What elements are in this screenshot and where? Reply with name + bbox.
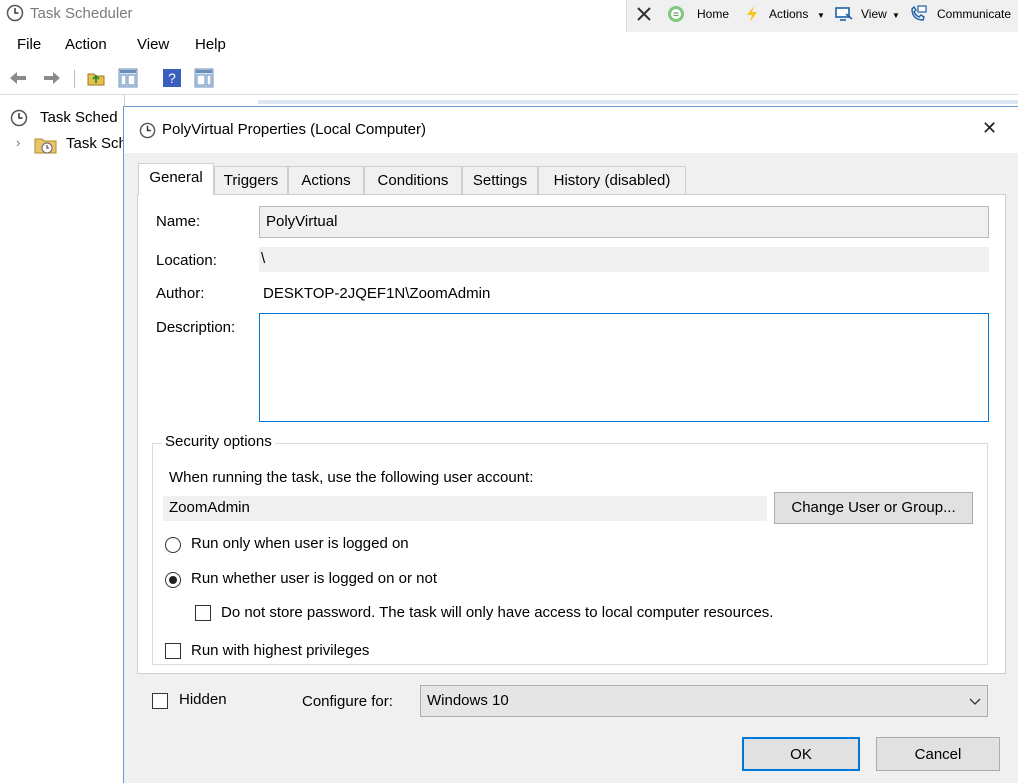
close-icon[interactable] xyxy=(635,5,653,23)
configure-for-select[interactable]: Windows 10 xyxy=(420,685,988,717)
background-pane-header xyxy=(258,100,1018,104)
highest-privileges-checkbox[interactable] xyxy=(165,643,181,659)
toolbar-divider xyxy=(74,70,75,88)
home-icon[interactable] xyxy=(667,5,685,23)
location-field[interactable]: \ xyxy=(259,247,989,272)
do-not-store-password-label[interactable]: Do not store password. The task will onl… xyxy=(221,604,773,621)
view-menu-button[interactable]: View xyxy=(861,7,887,21)
tab-history[interactable]: History (disabled) xyxy=(538,166,686,194)
author-value[interactable]: DESKTOP-2JQEF1N\ZoomAdmin xyxy=(263,285,490,302)
show-hide-action-pane-icon[interactable] xyxy=(194,68,214,88)
menu-file[interactable]: File xyxy=(17,36,41,53)
menu-bar: File Action View Help xyxy=(0,32,1018,58)
dialog-close-button[interactable]: ✕ xyxy=(982,118,997,139)
menu-action[interactable]: Action xyxy=(65,36,107,53)
forward-arrow-icon[interactable] xyxy=(42,68,62,88)
toolbar: ? xyxy=(0,62,1018,95)
svg-text:?: ? xyxy=(168,70,176,86)
external-toolbar: Home Actions ▼ View ▼ Communicate xyxy=(626,0,1018,32)
folder-up-icon[interactable] xyxy=(86,68,106,88)
dialog-title: PolyVirtual Properties (Local Computer) xyxy=(162,121,427,138)
clock-icon xyxy=(139,122,156,139)
change-user-button[interactable]: Change User or Group... xyxy=(774,492,973,524)
back-arrow-icon[interactable] xyxy=(8,68,28,88)
console-tree: Task Sched › Task Sch xyxy=(0,95,127,783)
communicate-menu-button[interactable]: Communicate xyxy=(937,7,1011,21)
tab-actions[interactable]: Actions xyxy=(288,166,364,194)
do-not-store-password-checkbox[interactable] xyxy=(195,605,211,621)
run-whether-label[interactable]: Run whether user is logged on or not xyxy=(191,570,437,587)
phone-chat-icon xyxy=(911,5,927,21)
author-label: Author: xyxy=(156,285,205,302)
user-account-value: ZoomAdmin xyxy=(169,499,250,516)
lightning-icon xyxy=(747,6,757,22)
cancel-button[interactable]: Cancel xyxy=(876,737,1000,771)
tab-general[interactable]: General xyxy=(138,163,214,195)
tab-settings[interactable]: Settings xyxy=(462,166,538,194)
monitor-icon xyxy=(835,7,853,21)
user-account-field[interactable]: ZoomAdmin xyxy=(163,496,767,521)
properties-dialog: PolyVirtual Properties (Local Computer) … xyxy=(123,106,1018,783)
security-options-title: Security options xyxy=(162,433,275,450)
app-title: Task Scheduler xyxy=(30,5,133,22)
home-button[interactable]: Home xyxy=(697,7,729,21)
ok-button[interactable]: OK xyxy=(742,737,860,771)
description-label: Description: xyxy=(156,319,236,336)
tab-conditions[interactable]: Conditions xyxy=(364,166,462,194)
hidden-label[interactable]: Hidden xyxy=(179,691,227,708)
tree-item-task-scheduler[interactable]: Task Sched xyxy=(40,109,118,126)
location-value: \ xyxy=(261,250,266,267)
highest-privileges-label[interactable]: Run with highest privileges xyxy=(191,642,369,659)
name-value: PolyVirtual xyxy=(266,213,338,230)
run-logged-on-label[interactable]: Run only when user is logged on xyxy=(191,535,409,552)
folder-clock-icon xyxy=(34,138,57,154)
name-label: Name: xyxy=(156,213,201,230)
run-whether-radio[interactable] xyxy=(165,572,181,588)
show-hide-console-tree-icon[interactable] xyxy=(118,68,138,88)
location-label: Location: xyxy=(156,252,217,269)
run-logged-on-radio[interactable] xyxy=(165,537,181,553)
configure-for-value: Windows 10 xyxy=(427,692,509,709)
tab-triggers[interactable]: Triggers xyxy=(214,166,288,194)
tree-item-task-scheduler-library[interactable]: Task Sch xyxy=(66,135,127,152)
configure-for-label: Configure for: xyxy=(302,693,393,710)
menu-help[interactable]: Help xyxy=(195,36,226,53)
chevron-down-icon: ▼ xyxy=(892,11,900,20)
chevron-right-icon[interactable]: › xyxy=(16,135,20,150)
chevron-down-icon xyxy=(969,698,981,705)
actions-menu-button[interactable]: Actions xyxy=(769,7,808,21)
menu-view[interactable]: View xyxy=(137,36,169,53)
description-field[interactable] xyxy=(259,313,989,422)
radio-selected-dot xyxy=(169,576,177,584)
name-field[interactable]: PolyVirtual xyxy=(259,206,989,238)
hidden-checkbox[interactable] xyxy=(152,693,168,709)
clock-icon xyxy=(10,109,28,127)
clock-icon xyxy=(6,4,24,22)
dialog-titlebar: PolyVirtual Properties (Local Computer) … xyxy=(124,107,1018,153)
help-icon[interactable]: ? xyxy=(162,68,182,88)
chevron-down-icon: ▼ xyxy=(817,11,825,20)
account-prompt: When running the task, use the following… xyxy=(169,469,534,486)
